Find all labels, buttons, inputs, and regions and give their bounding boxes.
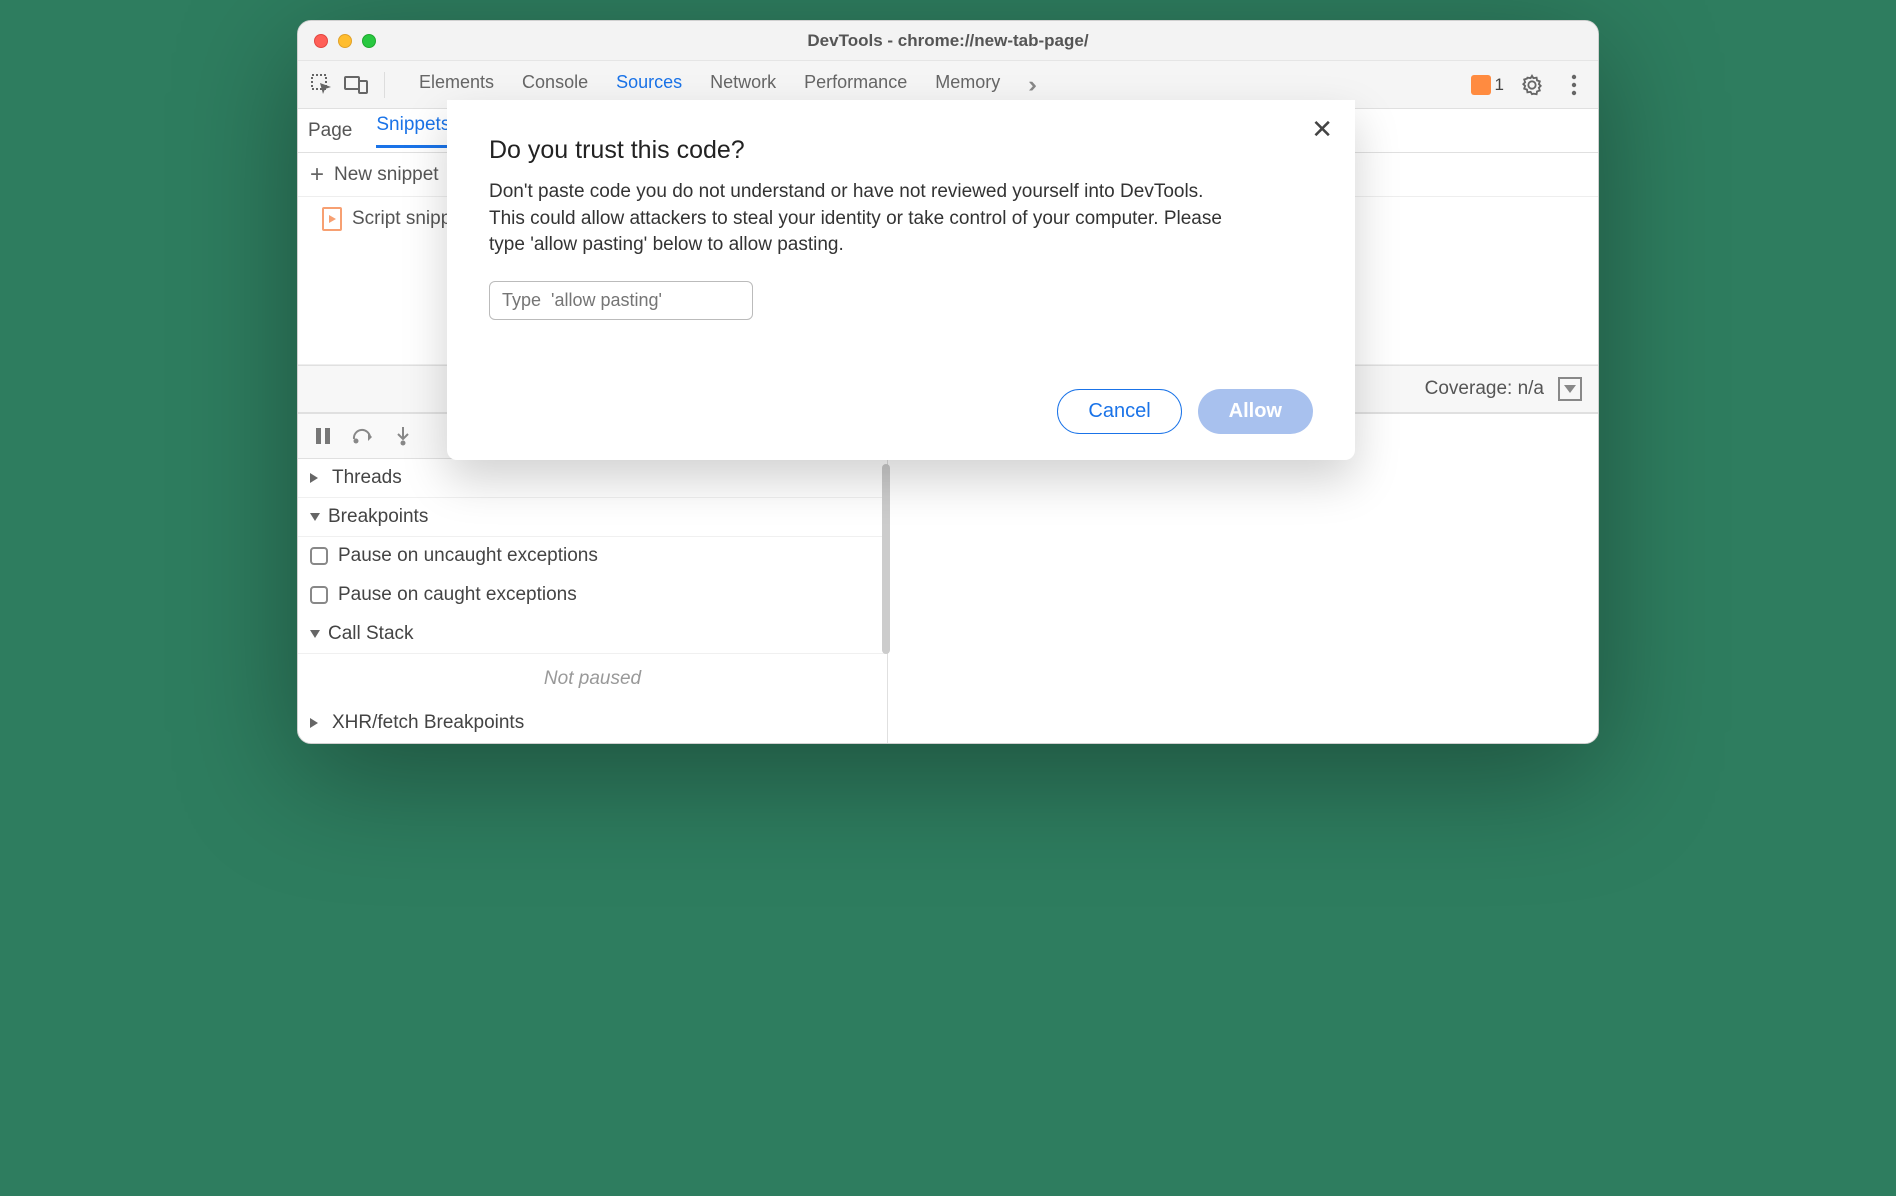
tab-console[interactable]: Console — [522, 72, 588, 98]
dialog-title: Do you trust this code? — [489, 136, 1313, 165]
tab-performance[interactable]: Performance — [804, 72, 907, 98]
coverage-label: Coverage: n/a — [1425, 378, 1544, 400]
tab-elements[interactable]: Elements — [419, 72, 494, 98]
trust-code-dialog: ✕ Do you trust this code? Don't paste co… — [447, 100, 1355, 460]
checkbox-label: Pause on caught exceptions — [338, 584, 577, 606]
allow-button[interactable]: Allow — [1198, 389, 1313, 434]
checkbox-label: Pause on uncaught exceptions — [338, 545, 598, 567]
debugger-right-pane: Not paused — [888, 414, 1598, 743]
pause-uncaught-row[interactable]: Pause on uncaught exceptions — [298, 537, 887, 576]
section-threads[interactable]: Threads — [298, 459, 887, 498]
tab-network[interactable]: Network — [710, 72, 776, 98]
allow-pasting-input[interactable] — [489, 281, 753, 320]
panel-tabs: Elements Console Sources Network Perform… — [419, 72, 1031, 98]
more-tabs-icon[interactable]: ›› — [1028, 72, 1031, 98]
section-label: Threads — [332, 467, 402, 489]
warning-icon — [1471, 75, 1491, 95]
titlebar: DevTools - chrome://new-tab-page/ — [298, 21, 1598, 61]
divider — [384, 72, 385, 98]
inspect-element-icon[interactable] — [308, 71, 336, 99]
scrollbar-thumb[interactable] — [882, 464, 890, 654]
plus-icon: + — [310, 161, 324, 189]
caret-down-icon — [310, 630, 320, 638]
debugger-sidebar: Threads Breakpoints Pause on uncaught ex… — [298, 414, 888, 743]
tab-memory[interactable]: Memory — [935, 72, 1000, 98]
section-callstack[interactable]: Call Stack — [298, 615, 887, 654]
step-over-icon[interactable] — [352, 425, 374, 447]
close-icon[interactable]: ✕ — [1311, 114, 1333, 145]
snippet-file-icon — [322, 207, 342, 231]
checkbox-icon[interactable] — [310, 586, 328, 604]
coverage-dropdown-icon[interactable] — [1558, 377, 1582, 401]
caret-down-icon — [310, 513, 320, 521]
settings-gear-icon[interactable] — [1518, 71, 1546, 99]
subtab-page[interactable]: Page — [308, 120, 352, 142]
pause-caught-row[interactable]: Pause on caught exceptions — [298, 576, 887, 615]
cancel-button[interactable]: Cancel — [1057, 389, 1181, 434]
device-toggle-icon[interactable] — [342, 71, 370, 99]
section-breakpoints[interactable]: Breakpoints — [298, 498, 887, 537]
subtab-snippets[interactable]: Snippets — [376, 114, 450, 148]
warning-count: 1 — [1495, 75, 1504, 95]
caret-right-icon — [310, 718, 324, 728]
section-label: Breakpoints — [328, 506, 428, 528]
section-label: XHR/fetch Breakpoints — [332, 712, 524, 734]
section-xhr[interactable]: XHR/fetch Breakpoints — [298, 704, 887, 743]
window-title: DevTools - chrome://new-tab-page/ — [298, 31, 1598, 51]
checkbox-icon[interactable] — [310, 547, 328, 565]
kebab-menu-icon[interactable] — [1560, 71, 1588, 99]
step-into-icon[interactable] — [392, 425, 414, 447]
tab-sources[interactable]: Sources — [616, 72, 682, 98]
pause-icon[interactable] — [312, 425, 334, 447]
caret-right-icon — [310, 473, 324, 483]
dialog-body: Don't paste code you do not understand o… — [489, 179, 1229, 259]
debugger-split: Threads Breakpoints Pause on uncaught ex… — [298, 413, 1598, 743]
callstack-not-paused: Not paused — [298, 654, 887, 704]
new-snippet-label: New snippet — [334, 164, 439, 186]
warning-badge[interactable]: 1 — [1471, 75, 1504, 95]
section-label: Call Stack — [328, 623, 414, 645]
